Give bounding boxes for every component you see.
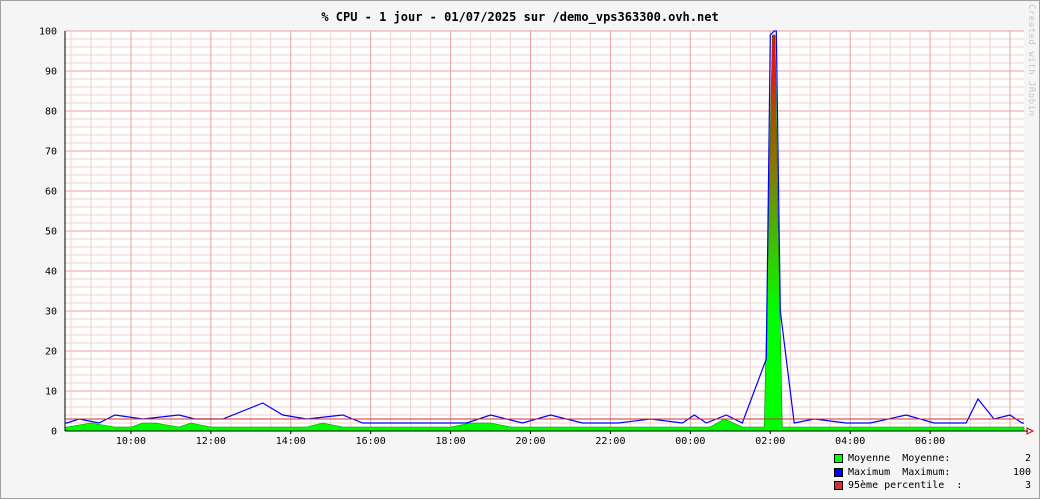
y-tick-label: 80 [45,107,57,118]
x-tick-label: 14:00 [276,436,306,447]
x-tick-label: 18:00 [436,436,466,447]
legend-stat: Maximum: [902,466,951,478]
legend-label: Moyenne [848,453,891,465]
y-tick-label: 0 [51,427,57,438]
legend-value: 2 [1024,453,1031,465]
legend-value: 100 [1012,466,1031,478]
y-tick-label: 90 [45,67,57,78]
x-tick-label: 16:00 [356,436,386,447]
legend-value: 3 [1024,480,1031,492]
y-tick-label: 40 [45,267,57,278]
y-tick-label: 20 [45,347,57,358]
legend-label: 95ème percentile [848,480,945,492]
y-tick-label: 30 [45,307,57,318]
y-axis-ticks: 0 10 20 30 40 50 60 70 80 90 100 [39,27,57,438]
y-tick-label: 100 [39,27,57,38]
legend-label: Maximum [848,466,891,478]
y-tick-label: 50 [45,227,57,238]
legend-row-percentile: 95ème percentile : 3 [834,479,1031,493]
x-tick-label: 12:00 [196,436,226,447]
legend-row-maximum: Maximum Maximum: 100 [834,466,1031,480]
legend-row-moyenne: Moyenne Moyenne: 2 [834,452,1031,466]
x-tick-label: 10:00 [116,436,146,447]
x-tick-label: 20:00 [515,436,545,447]
cpu-chart: 0 10 20 30 40 50 60 70 80 90 100 10:00 12:00 14:00 16… [39,27,1035,447]
x-tick-label: 04:00 [835,436,865,447]
x-axis-ticks: 10:00 12:00 14:00 16:00 18:00 20:00 22:00 00:00… [116,431,945,447]
x-tick-label: 02:00 [755,436,785,447]
y-tick-label: 60 [45,187,57,198]
legend-stat: : [956,480,963,492]
x-tick-label: 06:00 [915,436,945,447]
legend-swatch-maximum [834,467,843,477]
legend-stat: Moyenne: [902,453,951,465]
legend: Moyenne Moyenne: 2 Maximum Maximum: 100 … [834,452,1031,493]
x-tick-label: 00:00 [675,436,705,447]
y-tick-label: 70 [45,147,57,158]
legend-swatch-moyenne [834,454,843,464]
y-tick-label: 10 [45,387,57,398]
legend-swatch-percentile [834,481,843,491]
x-tick-label: 22:00 [595,436,625,447]
